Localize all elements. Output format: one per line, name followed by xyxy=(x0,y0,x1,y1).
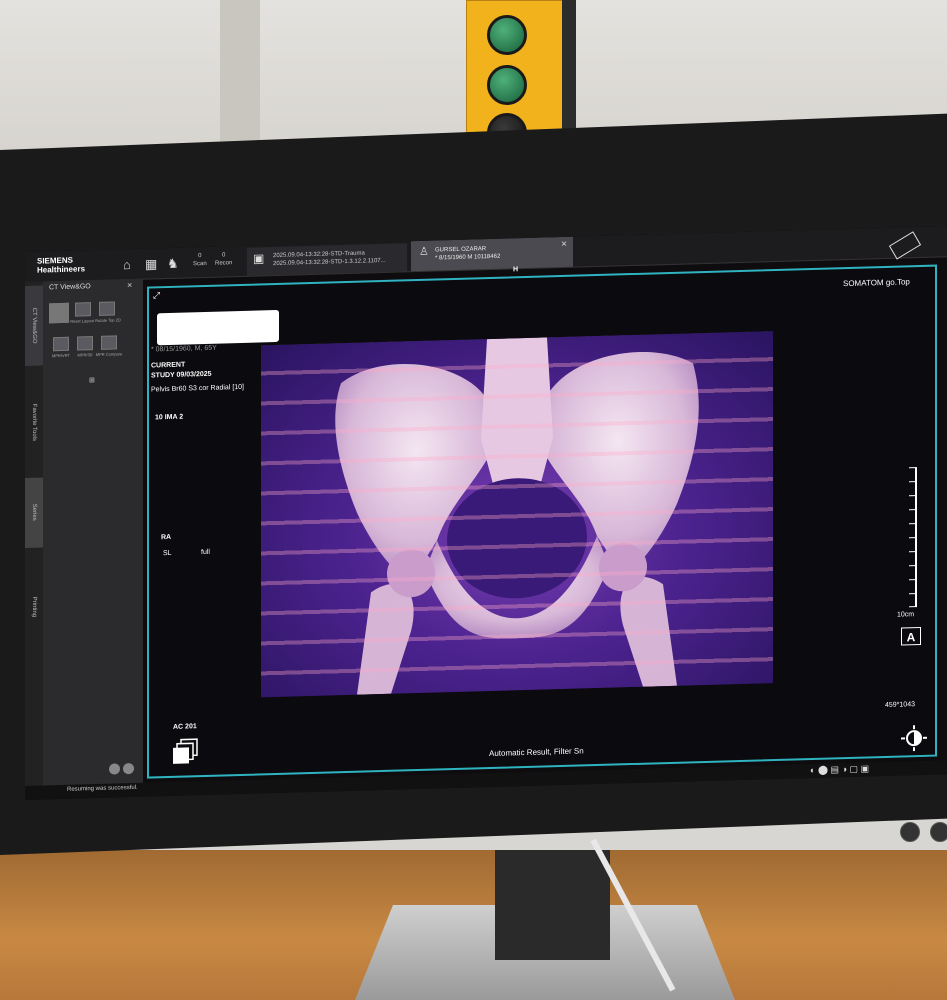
orientation-ra: RA xyxy=(161,533,172,542)
image-number: 10 IMA 2 xyxy=(155,413,184,422)
tab-patient[interactable]: ♙ GURSEL OZARAR * 8/15/1960 M 10118462 × xyxy=(411,236,573,272)
close-icon[interactable]: × xyxy=(127,280,132,290)
tray-icon[interactable]: ⬤ xyxy=(818,765,828,775)
study-date: STUDY 09/03/2025 xyxy=(151,370,212,380)
orientation-marker: H xyxy=(513,266,519,274)
vertical-tabs: CT View&GO Favorite Tools Series Printin… xyxy=(25,281,43,787)
tool-label: Rotate Top 2D xyxy=(95,317,121,324)
scale-label: 10cm xyxy=(897,611,915,619)
left-panel: CT View&GO Favorite Tools Series Printin… xyxy=(25,278,143,787)
recon-counter[interactable]: 0 Recon xyxy=(215,251,232,267)
recon-label: Recon xyxy=(215,260,233,267)
tab-printing[interactable]: Printing xyxy=(25,561,43,652)
slice-value: full xyxy=(201,548,210,557)
tray-icon[interactable]: ◑ xyxy=(842,764,847,774)
bezel-button[interactable] xyxy=(930,822,947,842)
mpr-vrt-button[interactable] xyxy=(53,336,69,352)
tab-study[interactable]: ▣ 2025.09.04-13:32:28-STD-Trauma 2025.09… xyxy=(247,243,407,276)
ac-label: AC 201 xyxy=(173,723,197,731)
scan-label: Scan xyxy=(193,260,207,268)
siemens-logo: SIEMENS Healthineers xyxy=(37,255,86,275)
patient-line: * 08/15/1960, M, 65Y xyxy=(151,344,217,354)
matrix-size: 459*1043 xyxy=(885,701,915,709)
tray-icon[interactable]: ▣ xyxy=(861,763,870,773)
mpr-compare-button[interactable] xyxy=(101,335,117,350)
result-label: Automatic Result, Filter Sn xyxy=(489,746,584,759)
tab-favorite-tools[interactable]: Favorite Tools xyxy=(25,377,43,468)
expand-icon[interactable]: ⤢ xyxy=(153,290,160,301)
rotate-top-bottom-button[interactable] xyxy=(75,302,91,317)
green-lamp-icon xyxy=(487,65,527,105)
bezel-button[interactable] xyxy=(900,822,920,842)
logo-line2: Healthineers xyxy=(37,264,86,275)
current-label: CURRENT xyxy=(151,361,186,370)
more-icon[interactable]: ⊞ xyxy=(89,376,95,384)
brightness-icon[interactable] xyxy=(901,725,927,752)
scanner-model: SOMATOM go.Top xyxy=(843,277,910,289)
redacted-patient-name xyxy=(157,309,279,346)
tray-icon[interactable]: ▤ xyxy=(831,764,840,774)
study-tab-icon: ▣ xyxy=(253,251,265,266)
rotate-3d-button[interactable] xyxy=(99,301,115,316)
auto-button[interactable]: A xyxy=(901,626,921,646)
scan-stripe-overlay xyxy=(261,331,773,698)
patient-icon: ♙ xyxy=(419,245,429,258)
distance-scale xyxy=(909,467,917,608)
tool-label: MPR Compare xyxy=(95,351,123,358)
slice-label: SL xyxy=(163,549,172,558)
image-viewport[interactable]: H ⤢ SOMATOM go.Top * 08/15/1960, M, 65Y … xyxy=(147,231,937,779)
panel-title: CT View&GO xyxy=(49,283,91,292)
series-description: Pelvis Br60 S3 cor Radial [10] xyxy=(151,383,244,394)
check-icon[interactable] xyxy=(109,763,120,775)
tab-series[interactable]: Series xyxy=(25,477,43,548)
settings-icon[interactable] xyxy=(123,762,134,775)
tray-icon[interactable]: ◐ xyxy=(810,765,815,775)
patient-registration-icon[interactable]: ♞ xyxy=(167,256,179,272)
mpr-3d-button[interactable] xyxy=(77,336,93,351)
screen: SIEMENS Healthineers ⌂ ▦ ♞ 0 Scan 0 Reco… xyxy=(25,226,947,800)
image-stack-icon[interactable] xyxy=(171,737,201,768)
tray-icon[interactable]: ▢ xyxy=(850,764,859,774)
close-icon[interactable]: × xyxy=(561,239,567,250)
volume-rendering[interactable] xyxy=(261,331,773,698)
status-message: Resuming was successful. xyxy=(67,784,138,793)
green-lamp-icon xyxy=(487,15,527,55)
scan-counter[interactable]: 0 Scan xyxy=(193,252,207,268)
worklist-icon[interactable]: ▦ xyxy=(145,256,157,272)
reset-layout-button[interactable] xyxy=(49,302,69,324)
tab-ct-viewgo[interactable]: CT View&GO xyxy=(25,285,43,366)
home-icon[interactable]: ⌂ xyxy=(123,257,131,272)
system-tray: ◐ ⬤ ▤ ◑ ▢ ▣ xyxy=(810,763,869,776)
monitor-stand-neck xyxy=(495,850,610,960)
